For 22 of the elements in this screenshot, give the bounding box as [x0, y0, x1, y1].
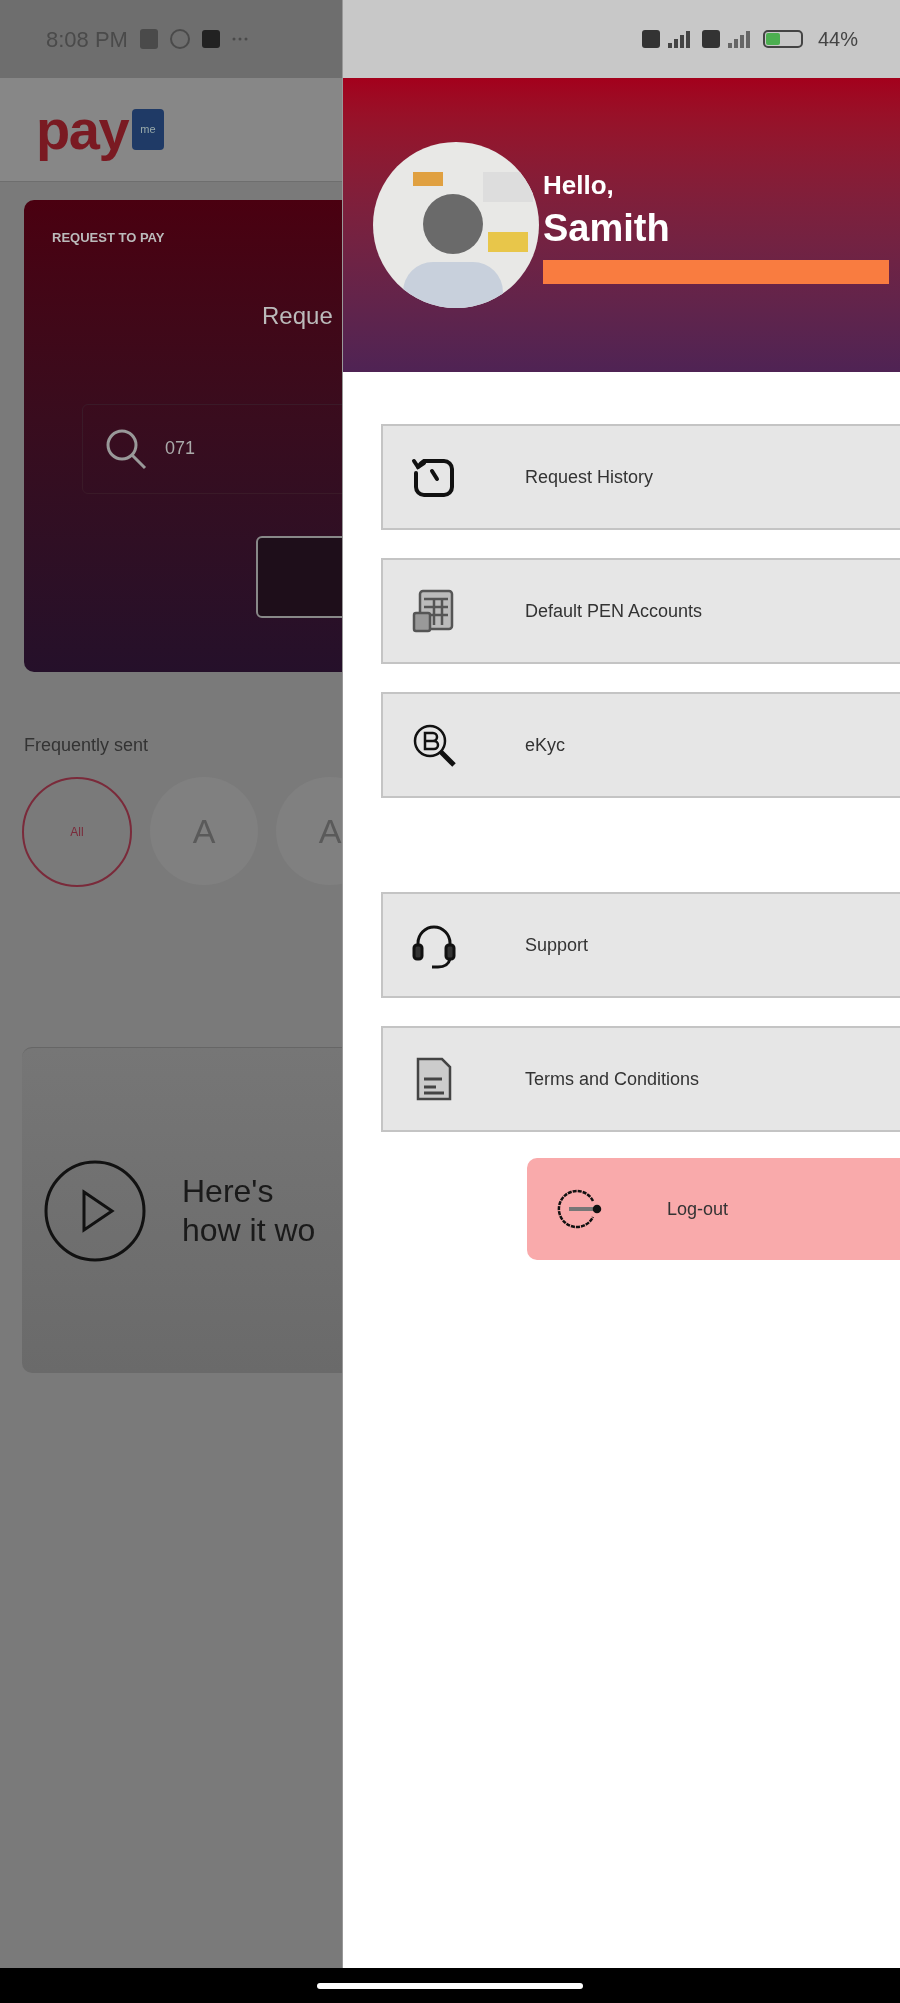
- menu-item[interactable]: Support: [381, 892, 900, 998]
- menu-item[interactable]: Request History: [381, 424, 900, 530]
- section-title: Frequently sent: [23, 734, 150, 757]
- greeting: Hello,: [543, 168, 615, 202]
- play-icon[interactable]: [44, 1159, 146, 1262]
- menu-item[interactable]: eKyc: [381, 692, 900, 798]
- menu-item[interactable]: Terms and Conditions: [381, 1026, 900, 1132]
- logo-badge: me: [132, 109, 164, 150]
- document-icon: [414, 1055, 454, 1103]
- video-title: Here's how it wo: [182, 1172, 317, 1249]
- square-notification-icon: [201, 30, 220, 48]
- more-icon: [231, 37, 248, 41]
- logout-button[interactable]: Log-out: [527, 1158, 900, 1260]
- user-name: Samith: [543, 205, 671, 251]
- card-title: Reque: [262, 300, 334, 331]
- battery-percent: 44%: [817, 27, 858, 52]
- search-value: 071: [165, 437, 196, 460]
- card-label: REQUEST TO PAY: [52, 229, 166, 247]
- menu-item[interactable]: Default PEN Accounts: [381, 558, 900, 664]
- app-notification-icon: [139, 29, 158, 49]
- circle-notification-icon: [169, 29, 190, 49]
- home-indicator[interactable]: [317, 1982, 583, 1989]
